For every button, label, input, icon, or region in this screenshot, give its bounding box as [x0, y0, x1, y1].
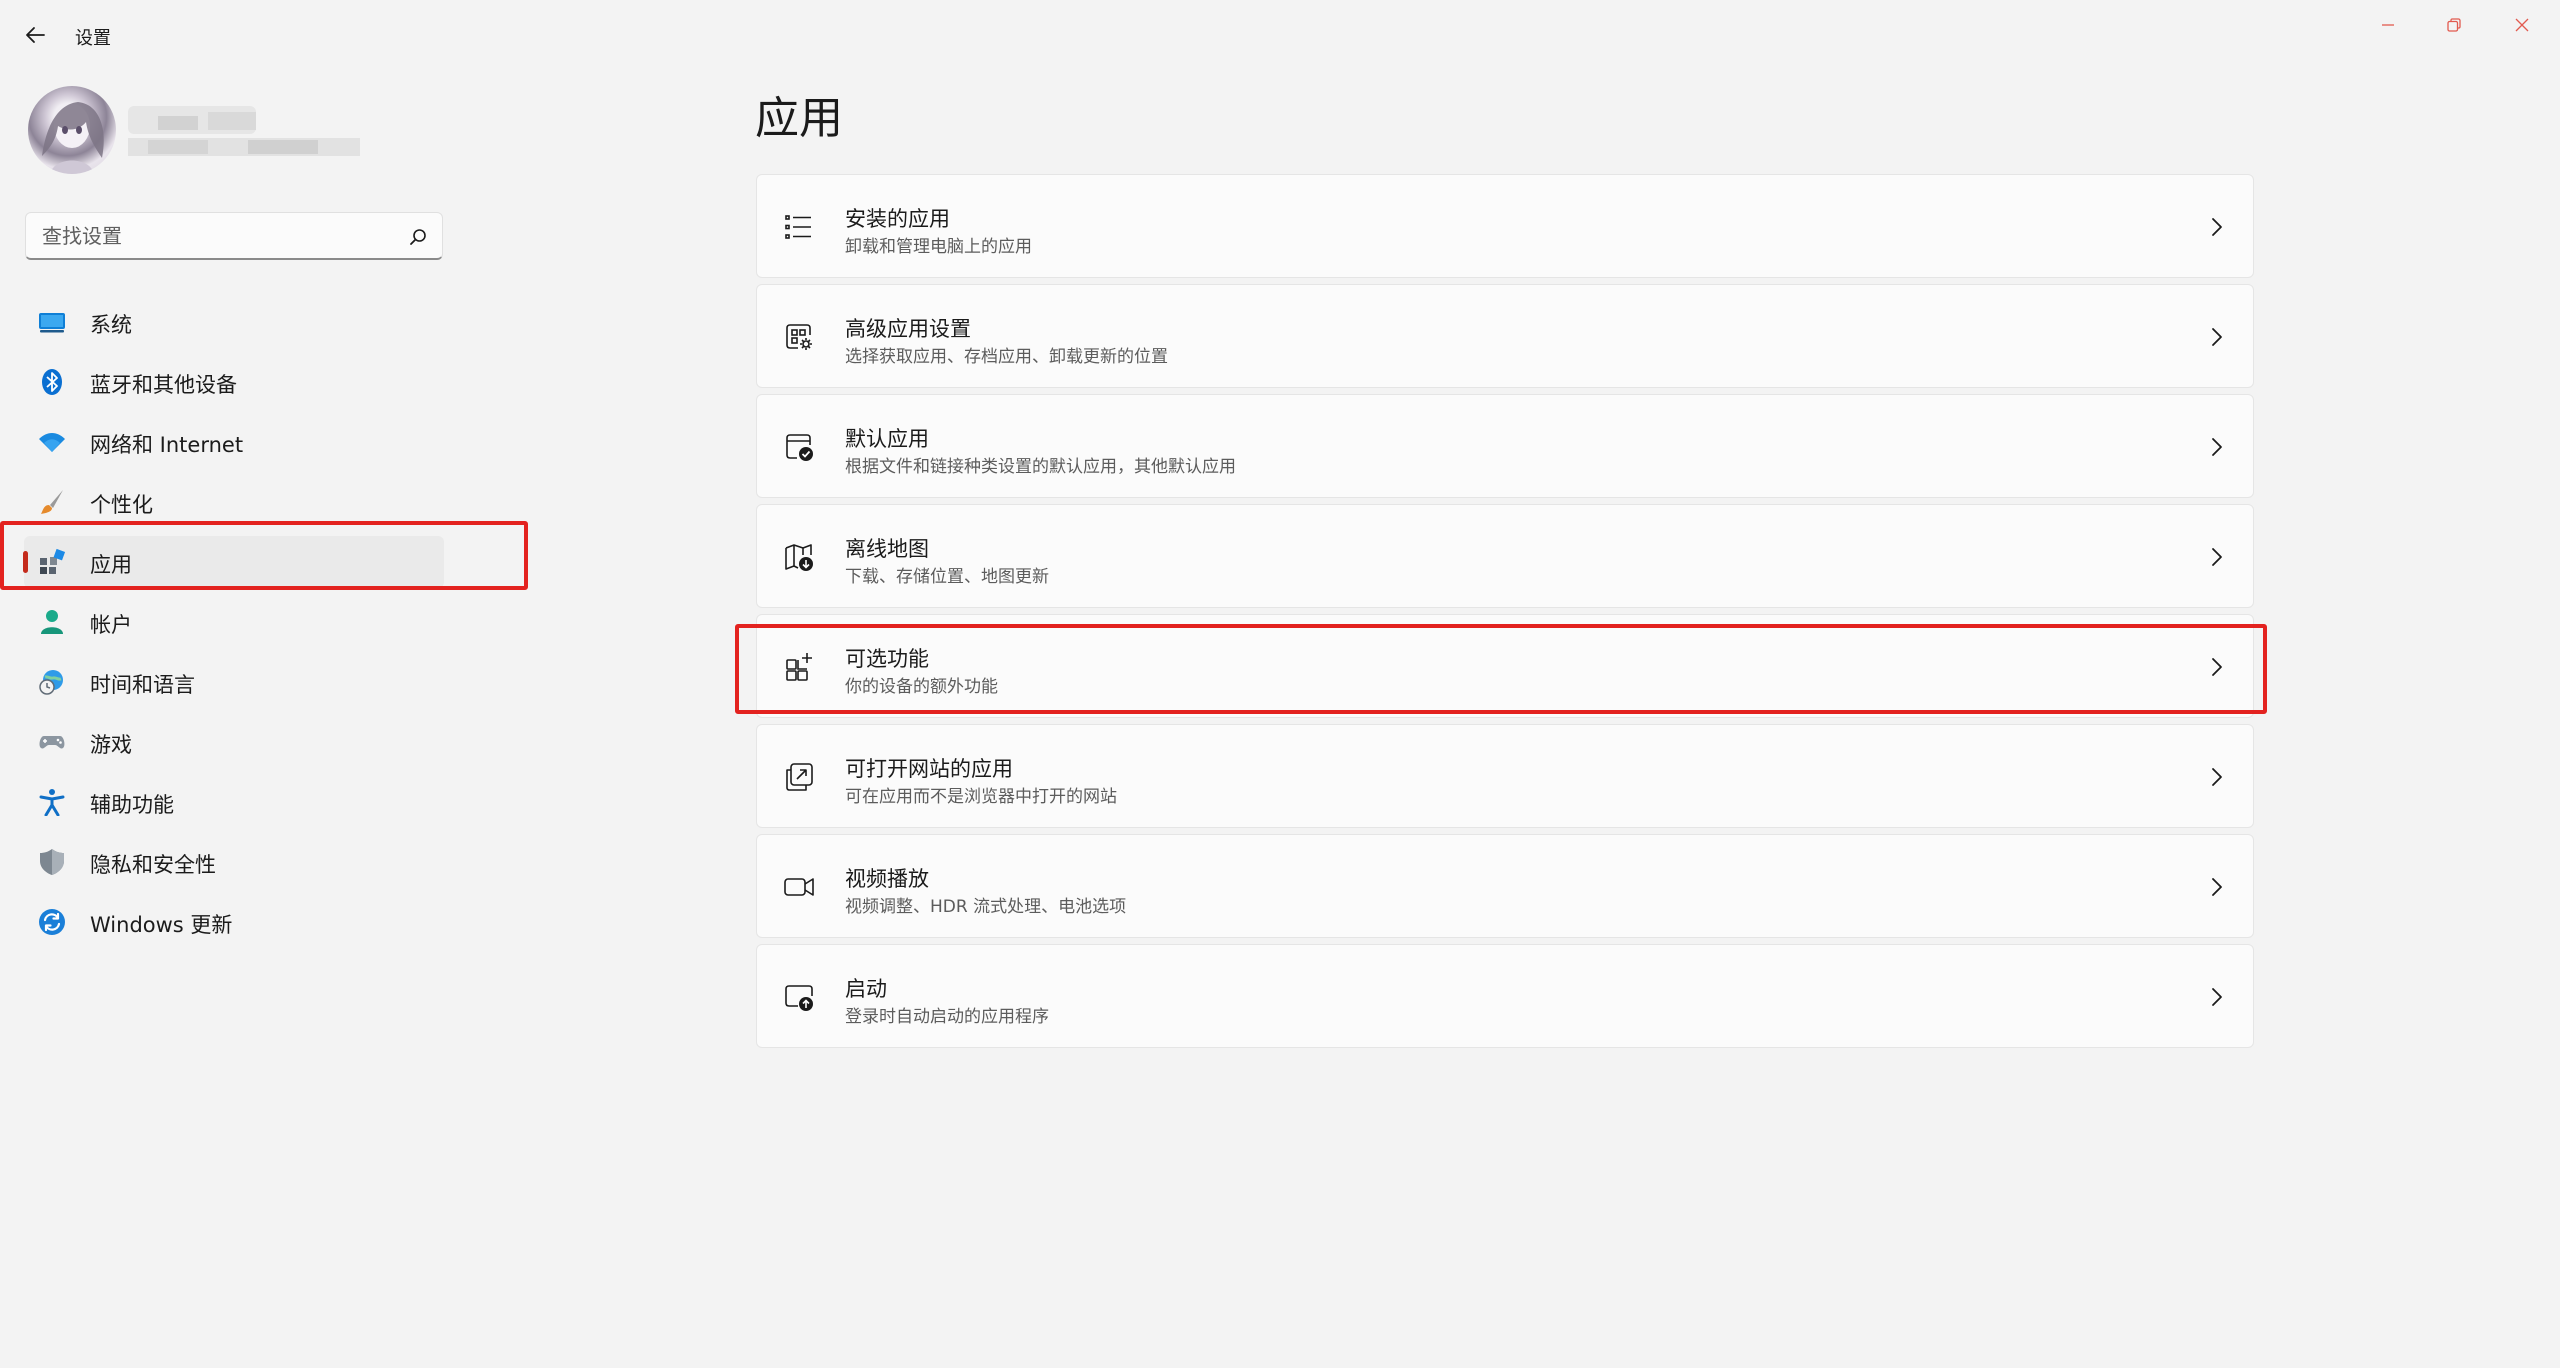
brush-icon: [41, 490, 63, 514]
sidebar-item-time-language[interactable]: 时间和语言: [24, 656, 444, 708]
card-subtitle: 选择获取应用、存档应用、卸载更新的位置: [845, 347, 1168, 367]
card-subtitle: 登录时自动启动的应用程序: [845, 1007, 1049, 1027]
video-camera-icon: [784, 878, 814, 896]
avatar[interactable]: [28, 86, 116, 174]
back-button[interactable]: [20, 20, 50, 50]
globe-clock-icon: [39, 670, 63, 695]
search-box[interactable]: [25, 212, 443, 260]
sidebar-item-label: 网络和 Internet: [90, 433, 244, 457]
settings-card-list: 安装的应用 卸载和管理电脑上的应用 高级应用设置 选择获取应用、存档应用、卸载更…: [756, 174, 2254, 1054]
sidebar-item-bluetooth[interactable]: 蓝牙和其他设备: [24, 356, 444, 408]
chevron-right-icon: [2212, 768, 2222, 786]
card-subtitle: 卸载和管理电脑上的应用: [845, 237, 1032, 257]
sidebar-nav: 系统 蓝牙和其他设备 网络和 Internet 个性化 应用 帐户 时间和语言 …: [23, 296, 444, 956]
sidebar-item-label: 隐私和安全性: [90, 853, 216, 877]
default-apps-check-icon: [786, 434, 813, 461]
gamepad-icon: [39, 736, 65, 749]
restore-icon: [2447, 18, 2461, 32]
card-optional-features[interactable]: 可选功能 你的设备的额外功能: [756, 614, 2254, 718]
card-advanced-app-settings[interactable]: 高级应用设置 选择获取应用、存档应用、卸载更新的位置: [756, 284, 2254, 388]
card-installed-apps[interactable]: 安装的应用 卸载和管理电脑上的应用: [756, 174, 2254, 278]
open-web-icon: [786, 763, 813, 791]
card-startup[interactable]: 启动 登录时自动启动的应用程序: [756, 944, 2254, 1048]
account-icon: [41, 610, 63, 634]
sidebar-item-accessibility[interactable]: 辅助功能: [24, 776, 444, 828]
sidebar-item-accounts[interactable]: 帐户: [24, 596, 444, 648]
card-default-apps[interactable]: 默认应用 根据文件和链接种类设置的默认应用，其他默认应用: [756, 394, 2254, 498]
sidebar-item-label: 时间和语言: [90, 673, 195, 697]
sidebar-item-label: 帐户: [90, 613, 132, 637]
card-title: 启动: [845, 977, 887, 1001]
close-icon: [2515, 18, 2529, 32]
app-settings-gear-icon: [786, 324, 812, 350]
sidebar-item-label: 个性化: [90, 493, 153, 517]
search-icon[interactable]: [408, 227, 428, 247]
apps-icon: [40, 548, 66, 574]
chevron-right-icon: [2212, 988, 2222, 1006]
sidebar-item-label: 系统: [90, 313, 132, 337]
sidebar-item-personalization[interactable]: 个性化: [24, 476, 444, 528]
chevron-right-icon: [2212, 658, 2222, 676]
windows-update-icon: [39, 909, 65, 935]
card-subtitle: 下载、存储位置、地图更新: [845, 567, 1049, 587]
chevron-right-icon: [2212, 328, 2222, 346]
sidebar-item-label: Windows 更新: [90, 913, 233, 937]
close-button[interactable]: [2500, 10, 2544, 40]
list-icon: [785, 215, 811, 239]
card-video-playback[interactable]: 视频播放 视频调整、HDR 流式处理、电池选项: [756, 834, 2254, 938]
card-subtitle: 根据文件和链接种类设置的默认应用，其他默认应用: [845, 457, 1236, 477]
wifi-icon: [39, 433, 65, 452]
optional-features-icon: [786, 653, 812, 681]
card-title: 安装的应用: [845, 207, 950, 231]
minimize-button[interactable]: [2366, 10, 2410, 40]
title-bar: 设置: [0, 0, 2560, 72]
bluetooth-icon: [42, 369, 62, 395]
chevron-right-icon: [2212, 548, 2222, 566]
accessibility-icon: [39, 789, 65, 816]
card-title: 高级应用设置: [845, 317, 971, 341]
system-display-icon: [39, 313, 65, 333]
chevron-right-icon: [2212, 218, 2222, 236]
back-arrow-icon: [26, 27, 45, 43]
username-blurred: [128, 100, 360, 160]
sidebar-item-windows-update[interactable]: Windows 更新: [24, 896, 444, 948]
selection-indicator: [23, 551, 28, 573]
sidebar-item-system[interactable]: 系统: [24, 296, 444, 348]
card-title: 离线地图: [845, 537, 929, 561]
card-title: 视频播放: [845, 867, 929, 891]
shield-icon: [40, 849, 64, 875]
card-title: 可打开网站的应用: [845, 757, 1013, 781]
page-title: 应用: [755, 93, 843, 144]
card-subtitle: 你的设备的额外功能: [845, 677, 998, 697]
sidebar-item-label: 蓝牙和其他设备: [90, 373, 237, 397]
card-apps-for-websites[interactable]: 可打开网站的应用 可在应用而不是浏览器中打开的网站: [756, 724, 2254, 828]
chevron-right-icon: [2212, 878, 2222, 896]
card-subtitle: 视频调整、HDR 流式处理、电池选项: [845, 897, 1127, 917]
card-offline-maps[interactable]: 离线地图 下载、存储位置、地图更新: [756, 504, 2254, 608]
sidebar-item-privacy[interactable]: 隐私和安全性: [24, 836, 444, 888]
restore-button[interactable]: [2432, 10, 2476, 40]
card-title: 默认应用: [845, 427, 929, 451]
sidebar-item-apps[interactable]: 应用: [23, 536, 444, 588]
sidebar-item-label: 辅助功能: [90, 793, 174, 817]
sidebar-item-network[interactable]: 网络和 Internet: [24, 416, 444, 468]
app-title: 设置: [75, 28, 111, 49]
sidebar-item-gaming[interactable]: 游戏: [24, 716, 444, 768]
chevron-right-icon: [2212, 438, 2222, 456]
card-subtitle: 可在应用而不是浏览器中打开的网站: [845, 787, 1117, 807]
sidebar-item-label: 游戏: [90, 733, 132, 757]
card-title: 可选功能: [845, 647, 929, 671]
startup-icon: [785, 985, 813, 1011]
minimize-icon: [2382, 24, 2394, 26]
offline-map-icon: [785, 544, 813, 571]
sidebar-item-label: 应用: [90, 553, 132, 577]
search-input[interactable]: [40, 213, 400, 259]
